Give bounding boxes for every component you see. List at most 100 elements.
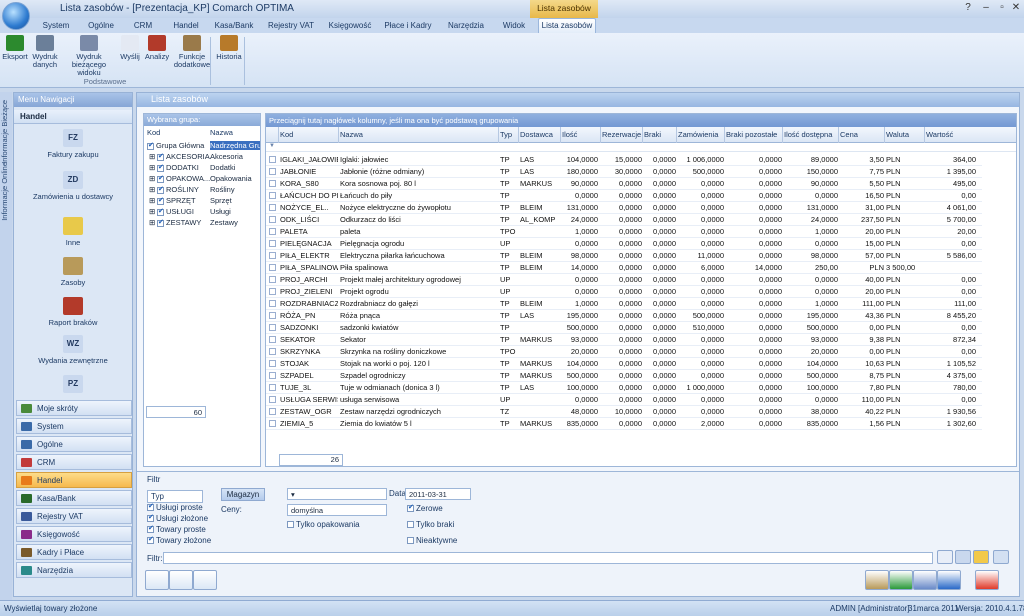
tab-10[interactable]: Lista zasobów	[538, 18, 596, 33]
col-header-11[interactable]: Waluta	[886, 130, 909, 139]
magazyn-button[interactable]: Magazyn	[221, 488, 265, 501]
nav-item-6[interactable]: PZ	[14, 375, 132, 396]
print-button[interactable]	[193, 570, 217, 590]
col-header-7[interactable]: Zamówienia	[678, 130, 718, 139]
table-row[interactable]: ZIEMIA_5 Ziemia do kwiatów 5 l TP MARKUS 835…	[266, 418, 982, 430]
row-checkbox[interactable]	[269, 384, 276, 391]
group-expander[interactable]: ⊞	[149, 163, 155, 172]
group-row[interactable]: ⊞ ZESTAWY Zestawy	[144, 218, 260, 229]
row-checkbox[interactable]	[269, 168, 276, 175]
filter-tool-1[interactable]	[955, 550, 971, 564]
filter-typ-header[interactable]: Typ	[147, 490, 203, 503]
tab-0[interactable]: System	[36, 19, 76, 33]
module-1[interactable]: System	[16, 418, 132, 434]
group-row[interactable]: ⊞ USŁUGI Usługi	[144, 207, 260, 218]
col-header-4[interactable]: Ilość	[562, 130, 577, 139]
col-header-5[interactable]: Rezerwacje	[602, 130, 641, 139]
table-row[interactable]: USŁUGA SERWIS...usługa serwisowa UP 0,0000…	[266, 394, 982, 406]
filter-type-3[interactable]: Towary złożone	[147, 535, 211, 545]
filter-tool-0[interactable]	[937, 550, 953, 564]
module-9[interactable]: Narzędzia	[16, 562, 132, 578]
col-header-2[interactable]: Typ	[500, 130, 512, 139]
tab-2[interactable]: CRM	[128, 19, 158, 33]
table-row[interactable]: SADZONKI sadzonki kwiatów TP 500,0000 0,0000…	[266, 322, 982, 334]
tab-7[interactable]: Płace i Kadry	[380, 19, 436, 33]
filter-type-0[interactable]: Usługi proste	[147, 502, 203, 512]
tylko-braki-checkbox[interactable]	[407, 521, 414, 529]
row-checkbox[interactable]	[269, 276, 276, 283]
tab-4[interactable]: Kasa/Bank	[210, 19, 258, 33]
group-expander[interactable]: ⊞	[149, 174, 155, 183]
close-button[interactable]: ✕	[1006, 1, 1024, 15]
table-row[interactable]: SEKATOR Sekator TP MARKUS 93,0000 0,0000 0,000…	[266, 334, 982, 346]
group-checkbox[interactable]	[147, 141, 154, 150]
group-expander[interactable]: ⊞	[149, 185, 155, 194]
row-checkbox[interactable]	[269, 420, 276, 427]
row-checkbox[interactable]	[269, 372, 276, 379]
row-checkbox[interactable]	[269, 180, 276, 187]
nav-item-2[interactable]: Inne	[14, 217, 132, 247]
tylko-braki[interactable]: Tylko braki	[407, 520, 454, 529]
table-row[interactable]: PIELĘGNACJA Pielęgnacja ogrodu UP 0,0000 0,0…	[266, 238, 982, 250]
ceny-select[interactable]: domyślna	[287, 504, 387, 516]
group-row[interactable]: ⊞ OPAKOWA...Opakowania	[144, 174, 260, 185]
group-checkbox[interactable]	[157, 163, 164, 172]
group-col-nazwa[interactable]: Nazwa	[210, 128, 233, 137]
nieaktywne-checkbox[interactable]	[407, 537, 414, 545]
module-8[interactable]: Kadry i Płace	[16, 544, 132, 560]
group-checkbox[interactable]	[157, 174, 164, 183]
group-checkbox[interactable]	[157, 152, 164, 161]
table-row[interactable]: NOŻYCE_EL.. Nożyce elektryczne do żywopło…	[266, 202, 982, 214]
data-field[interactable]: 2011-03-31	[405, 488, 471, 500]
row-checkbox[interactable]	[269, 264, 276, 271]
filter-type-checkbox[interactable]	[147, 502, 154, 512]
table-row[interactable]: JABŁONIE Jabłonie (różne odmiany) TP LAS 180…	[266, 166, 982, 178]
side-tab-informacje-online[interactable]: Informacje Online	[0, 162, 12, 221]
module-0[interactable]: Moje skróty	[16, 400, 132, 416]
col-header-6[interactable]: Braki	[644, 130, 661, 139]
group-row[interactable]: ⊞ DODATKI Dodatki	[144, 163, 260, 174]
nieaktywne[interactable]: Nieaktywne	[407, 536, 457, 545]
group-row[interactable]: Grupa Główna Nadrzędna Grupa	[144, 141, 260, 152]
table-row[interactable]: TUJE_3L Tuje w odmianach (donica 3 l) TP LA…	[266, 382, 982, 394]
app-menu-button[interactable]	[2, 2, 30, 30]
table-row[interactable]: ODK_LIŚCI Odkurzacz do liści TP AL_KOMP 24,0…	[266, 214, 982, 226]
ribbon-button-2[interactable]: Wydruk bieżącego widoku	[62, 35, 116, 77]
group-expander[interactable]: ⊞	[149, 207, 155, 216]
table-row[interactable]: PALETA paleta TPO 1,0000 0,0000 0,0000 0,0000 0…	[266, 226, 982, 238]
group-expander[interactable]: ⊞	[149, 152, 155, 161]
nav-item-3[interactable]: Zasoby	[14, 257, 132, 287]
module-2[interactable]: Ogólne	[16, 436, 132, 452]
row-checkbox[interactable]	[269, 204, 276, 211]
edit-button[interactable]	[913, 570, 937, 590]
tab-6[interactable]: Księgowość	[326, 19, 374, 33]
group-checkbox[interactable]	[157, 218, 164, 227]
row-checkbox[interactable]	[269, 216, 276, 223]
nav-item-0[interactable]: FZ Faktury zakupu	[14, 129, 132, 159]
module-5[interactable]: Kasa/Bank	[16, 490, 132, 506]
row-checkbox[interactable]	[269, 408, 276, 415]
tab-1[interactable]: Ogólne	[82, 19, 120, 33]
zerowe-checkbox[interactable]	[407, 503, 414, 513]
filter-tool-3[interactable]	[993, 550, 1009, 564]
import-button[interactable]	[865, 570, 889, 590]
module-4[interactable]: Handel	[16, 472, 132, 488]
table-row[interactable]: STOJAK Stojak na worki o poj. 120 l TP MARK…	[266, 358, 982, 370]
nav-item-1[interactable]: ZD Zamówienia u dostawcy	[14, 171, 132, 201]
row-checkbox[interactable]	[269, 312, 276, 319]
tools-button[interactable]	[169, 570, 193, 590]
row-checkbox[interactable]	[269, 156, 276, 163]
ribbon-button-5[interactable]: Funkcje dodatkowe	[172, 35, 212, 69]
row-checkbox[interactable]	[269, 336, 276, 343]
filter-type-2[interactable]: Towary proste	[147, 524, 206, 534]
filter-type-checkbox[interactable]	[147, 524, 154, 534]
stock-button[interactable]	[937, 570, 961, 590]
col-header-3[interactable]: Dostawca	[520, 130, 553, 139]
col-header-1[interactable]: Nazwa	[340, 130, 363, 139]
nav-item-5[interactable]: WZ Wydania zewnętrzne	[14, 335, 132, 365]
col-header-10[interactable]: Cena	[840, 130, 858, 139]
ribbon-button-0[interactable]: Eksport	[2, 35, 28, 61]
table-row[interactable]: ŁAŃCUCH DO PIŁYŁańcuch do piły TP 0,0000 0,…	[266, 190, 982, 202]
group-expander[interactable]: ⊞	[149, 218, 155, 227]
row-checkbox[interactable]	[269, 288, 276, 295]
